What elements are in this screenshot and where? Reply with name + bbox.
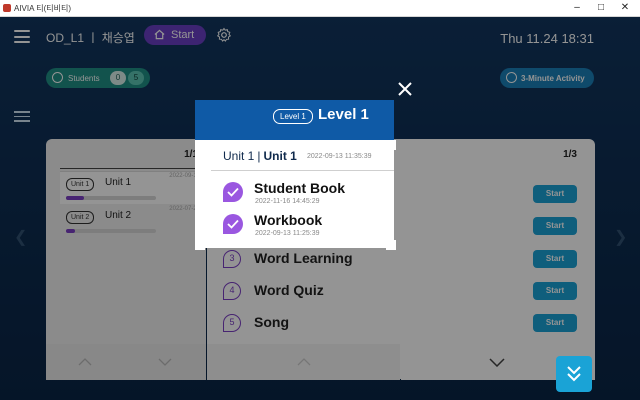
book-date: 2022-09-13 11:25:39 [255,230,320,237]
check-icon [223,214,243,234]
popup-corner-mark [195,240,205,250]
popup-unit-separator: | [257,149,261,163]
close-icon[interactable] [396,80,414,98]
level-banner: Level 1 Level 1 [195,100,394,140]
scroll-down-fab[interactable] [556,356,592,392]
book-item-student-book[interactable]: Student Book 2022-11-16 14:45:29 [223,180,383,210]
popup-divider [211,170,394,171]
level-title: Level 1 [318,106,369,123]
double-chevron-down-icon [567,366,581,382]
popup-corner-mark [386,140,396,150]
app-stage: OD_L1 ㅣ 채승엽 Start Thu 11.24 18:31 Studen… [0,17,640,400]
check-icon [223,182,243,202]
book-label: Workbook [254,212,323,228]
popup-unit-b: Unit 1 [263,149,297,163]
window-title: AIVIA 티(티비티) [14,4,72,13]
popup-corner-mark [386,240,396,250]
minimize-button[interactable]: – [566,1,588,15]
popup-corner-mark [195,140,205,150]
level-badge: Level 1 [273,109,313,124]
popup-unit-date: 2022-09-13 11:35:39 [307,153,372,160]
app-icon [3,4,11,12]
book-select-popup: Unit 1 | Unit 1 2022-09-13 11:35:39 Studen… [195,140,394,248]
book-date: 2022-11-16 14:45:29 [255,198,320,205]
book-item-workbook[interactable]: Workbook 2022-09-13 11:25:39 [223,212,383,242]
maximize-button[interactable]: □ [590,1,612,15]
book-label: Student Book [254,180,345,196]
popup-unit-heading: Unit 1 | Unit 1 [223,149,297,163]
window-close-button[interactable]: ✕ [614,1,636,15]
popup-unit-a: Unit 1 [223,149,255,163]
window-titlebar: AIVIA 티(티비티) – □ ✕ [0,0,640,17]
